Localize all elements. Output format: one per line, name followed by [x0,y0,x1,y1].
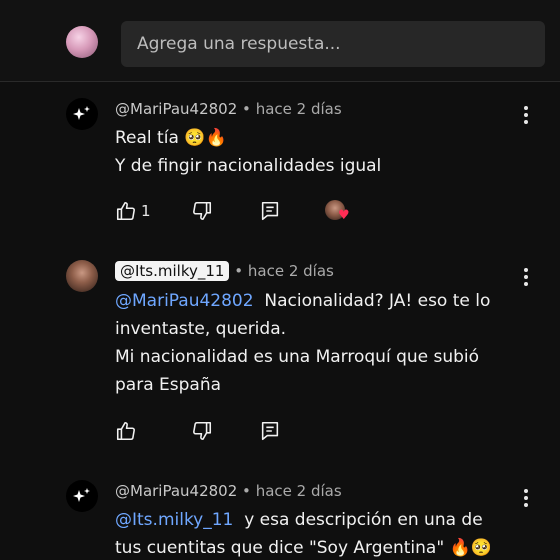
comment-text: @MariPau42802 Nacionalidad? JA! eso te l… [115,291,491,395]
creator-heart-badge: ♥ [325,200,353,224]
reply-button[interactable] [259,420,281,444]
reply-icon [261,421,279,441]
sparkle-avatar-icon [73,106,90,120]
comment-meta: @MariPau42802 • hace 2 días [115,100,342,118]
comment-username[interactable]: @Its.milky_11 [115,261,230,281]
more-options-icon[interactable] [523,106,529,124]
comment-thread-page: Agrega una respuesta... @MariPau42802 • … [0,0,560,560]
sparkle-avatar-icon [73,488,90,502]
thumbs-up-icon [116,421,135,441]
comment: @MariPau42802 • hace 2 días @Its.milky_1… [0,462,560,560]
reply-icon [261,201,279,221]
comment-username[interactable]: @MariPau42802 [115,482,237,500]
like-button[interactable] [115,420,137,444]
like-button[interactable]: 1 [115,200,151,224]
comment-text: @Its.milky_11 y esa descripción en una d… [115,510,492,558]
thumbs-down-icon [193,421,212,441]
current-user-avatar [66,26,98,58]
comment-meta: @Its.milky_11 • hace 2 días [115,261,334,281]
user-avatar[interactable] [66,480,98,512]
comment-username[interactable]: @MariPau42802 [115,100,237,118]
pleading-face-emoji: 🥺 [184,128,206,148]
thumbs-up-icon [116,201,135,221]
like-count: 1 [141,202,151,220]
pleading-face-emoji: 🥺 [470,538,492,558]
heart-icon: ♥ [338,208,350,223]
dislike-button[interactable] [191,420,213,444]
thumbs-down-icon [193,201,212,221]
comment-actions [115,420,315,444]
reply-button[interactable] [259,200,281,224]
reply-composer: Agrega una respuesta... [0,0,560,82]
comment: @MariPau42802 • hace 2 días Real tía 🥺🔥 … [0,82,560,242]
more-options-icon[interactable] [523,268,529,286]
comment-actions: 1 ♥ [115,200,375,224]
comment-time[interactable]: hace 2 días [256,482,342,500]
comment-time[interactable]: hace 2 días [248,262,334,280]
comment-meta: @MariPau42802 • hace 2 días [115,482,342,500]
more-options-icon[interactable] [523,489,529,507]
dislike-button[interactable] [191,200,213,224]
fire-emoji: 🔥 [205,128,227,148]
reply-input[interactable]: Agrega una respuesta... [121,21,545,67]
comment-text: Real tía 🥺🔥 Y de fingir nacionalidades i… [115,128,382,176]
comment-time[interactable]: hace 2 días [256,100,342,118]
mention-link[interactable]: @Its.milky_11 [115,510,233,530]
user-avatar[interactable] [66,98,98,130]
comment: @Its.milky_11 • hace 2 días @MariPau4280… [0,242,560,462]
mention-link[interactable]: @MariPau42802 [115,291,254,311]
user-avatar[interactable] [66,260,98,292]
fire-emoji: 🔥 [449,538,471,558]
